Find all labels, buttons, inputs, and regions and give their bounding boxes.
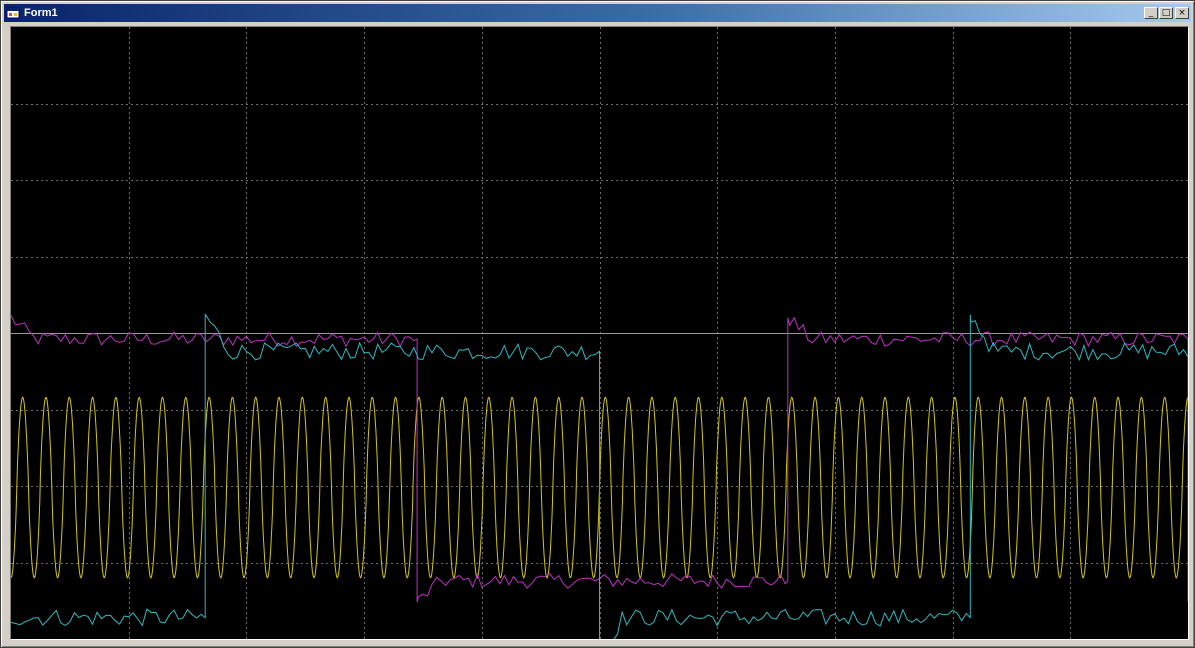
close-icon: × <box>1178 8 1186 18</box>
oscilloscope-plot <box>10 26 1189 640</box>
maximize-icon: □ <box>1161 8 1171 18</box>
trace-cyan <box>11 313 1188 639</box>
caption-buttons: _ □ × <box>1143 7 1189 19</box>
close-button[interactable]: × <box>1175 7 1189 19</box>
plot-canvas <box>11 27 1188 639</box>
maximize-button[interactable]: □ <box>1159 7 1173 19</box>
app-window: Form1 _ □ × <box>0 0 1195 648</box>
title-bar[interactable]: Form1 _ □ × <box>4 4 1191 22</box>
app-icon[interactable] <box>6 6 20 20</box>
minimize-button[interactable]: _ <box>1144 7 1158 19</box>
window-title: Form1 <box>24 7 58 19</box>
minimize-icon: _ <box>1148 8 1154 18</box>
